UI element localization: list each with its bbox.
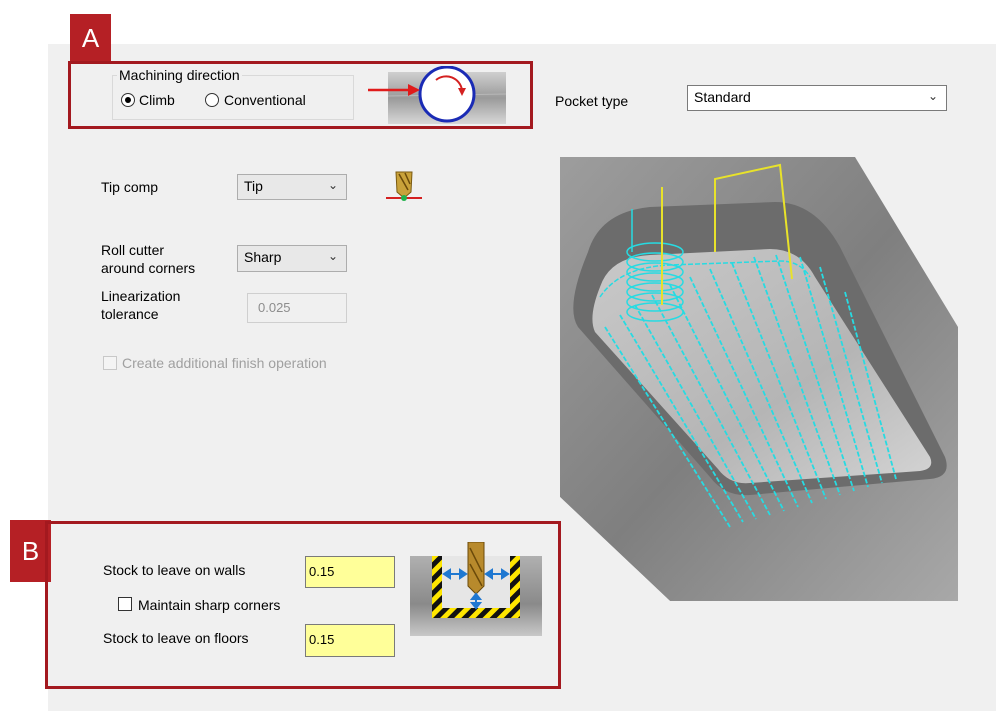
stock-floors-input[interactable]: 0.15 <box>305 624 395 657</box>
pocket-type-value: Standard <box>694 89 751 105</box>
roll-cutter-select[interactable]: Sharp ⌄ <box>237 245 347 272</box>
climb-radio[interactable] <box>121 93 135 107</box>
finish-operation-label[interactable]: Create additional finish operation <box>122 355 327 371</box>
callout-a: A <box>70 14 111 62</box>
tip-comp-value: Tip <box>244 178 263 194</box>
sharp-corners-checkbox[interactable] <box>118 597 132 611</box>
chevron-down-icon: ⌄ <box>927 89 938 103</box>
direction-arrow-icon <box>368 84 420 96</box>
tip-comp-select[interactable]: Tip ⌄ <box>237 174 347 200</box>
climb-label[interactable]: Climb <box>139 92 175 108</box>
chevron-down-icon: ⌄ <box>327 178 338 192</box>
sharp-corners-label[interactable]: Maintain sharp corners <box>138 597 280 613</box>
linearization-label-line2: tolerance <box>101 306 159 322</box>
roll-cutter-value: Sharp <box>244 249 282 265</box>
pocket-type-label: Pocket type <box>555 93 629 109</box>
stock-floors-label: Stock to leave on floors <box>103 630 249 646</box>
roll-cutter-label-line1: Roll cutter <box>101 242 165 258</box>
conventional-radio[interactable] <box>205 93 219 107</box>
linearization-tolerance-input[interactable]: 0.025 <box>247 293 347 323</box>
stock-to-leave-diagram <box>410 542 542 636</box>
linearization-label-line1: Linearization <box>101 288 181 304</box>
pocket-toolpath-preview <box>560 157 958 601</box>
machining-direction-title: Machining direction <box>117 67 242 83</box>
tip-comp-label: Tip comp <box>101 179 159 195</box>
chevron-down-icon: ⌄ <box>327 249 338 263</box>
finish-operation-checkbox[interactable] <box>103 356 117 370</box>
stock-walls-input[interactable]: 0.15 <box>305 556 395 588</box>
conventional-label[interactable]: Conventional <box>224 92 306 108</box>
roll-cutter-label-line2: around corners <box>101 260 196 276</box>
tip-comp-tool-icon <box>386 171 422 201</box>
stock-walls-label: Stock to leave on walls <box>103 562 246 578</box>
pocket-type-select[interactable]: Standard ⌄ <box>687 85 947 111</box>
